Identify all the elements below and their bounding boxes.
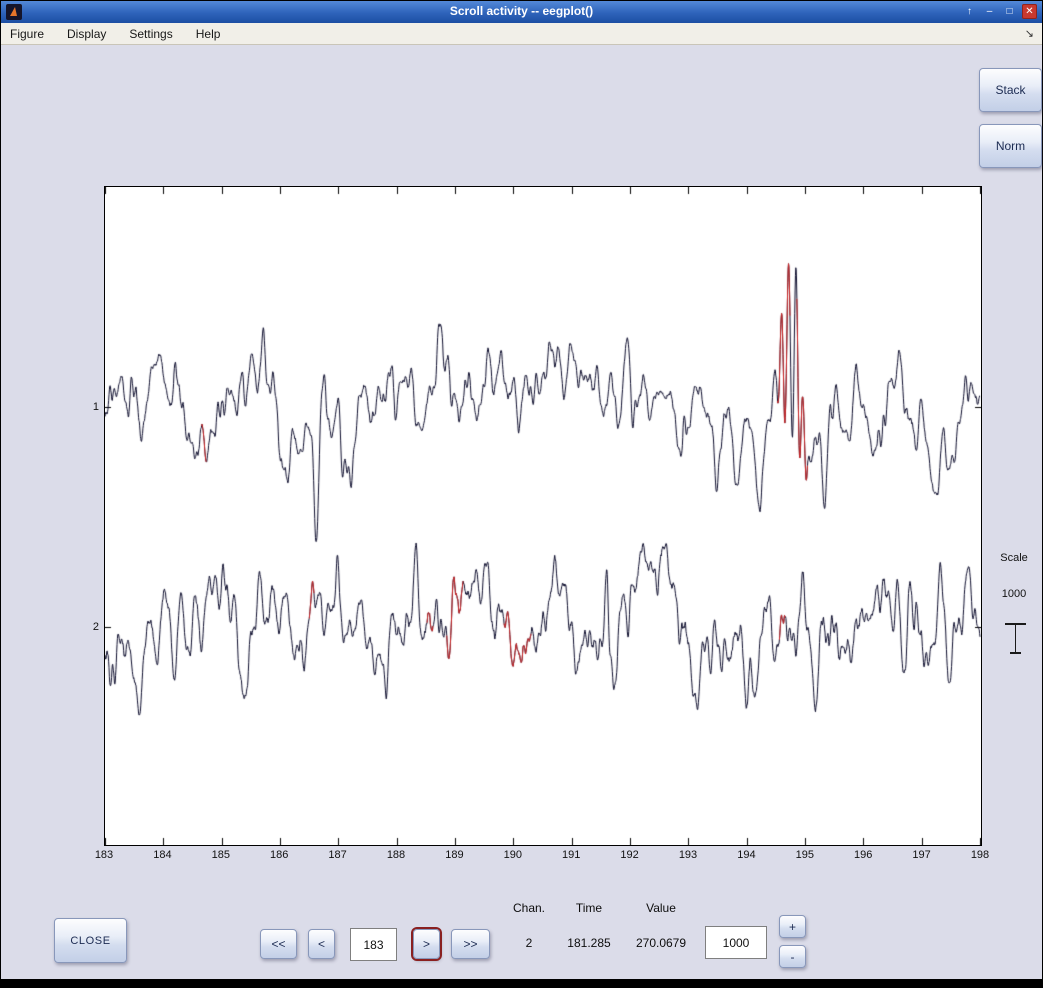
- time-label: Time: [575, 901, 603, 915]
- x-tick-label: 191: [562, 849, 581, 861]
- scale-up-button[interactable]: +: [779, 915, 806, 938]
- x-tick-label: 185: [211, 849, 230, 861]
- menu-item-help[interactable]: Help: [187, 24, 230, 44]
- norm-button[interactable]: Norm: [979, 124, 1042, 168]
- x-tick-label: 192: [620, 849, 639, 861]
- value-label: Value: [646, 901, 676, 915]
- title-bar[interactable]: Scroll activity -- eegplot() ↑ – □ ✕: [1, 1, 1042, 23]
- menu-item-figure[interactable]: Figure: [1, 24, 53, 44]
- x-tick-label: 198: [970, 849, 990, 861]
- x-tick-label: 189: [445, 849, 464, 861]
- eeg-canvas[interactable]: [105, 187, 981, 845]
- x-tick-label: 190: [503, 849, 522, 861]
- x-tick-label: 197: [912, 849, 931, 861]
- x-tick-label: 193: [678, 849, 698, 861]
- x-tick-label: 184: [153, 849, 172, 861]
- scale-label: Scale: [1000, 552, 1028, 564]
- fast-forward-button[interactable]: >>: [451, 929, 490, 959]
- menu-bar: Figure Display Settings Help ↘: [1, 23, 1042, 45]
- time-value: 181.285: [567, 936, 611, 950]
- shade-icon[interactable]: ↑: [962, 4, 977, 19]
- menu-items: Figure Display Settings Help: [1, 24, 234, 44]
- close-button[interactable]: CLOSE: [54, 918, 127, 963]
- x-tick-label: 196: [854, 849, 873, 861]
- channel-label-2: 2: [92, 621, 99, 633]
- app-window: Scroll activity -- eegplot() ↑ – □ ✕ Fig…: [1, 1, 1042, 979]
- window-controls: ↑ – □ ✕: [962, 4, 1037, 19]
- stack-button[interactable]: Stack: [979, 68, 1042, 112]
- scale-down-button[interactable]: -: [779, 945, 806, 968]
- forward-button[interactable]: >: [413, 929, 440, 959]
- scale-input[interactable]: [705, 926, 767, 959]
- maximize-icon[interactable]: □: [1002, 4, 1017, 19]
- time-input[interactable]: [350, 928, 397, 961]
- window-title: Scroll activity -- eegplot(): [449, 4, 594, 18]
- fast-back-button[interactable]: <<: [260, 929, 297, 959]
- scale-value: 1000: [1001, 588, 1027, 600]
- close-window-icon[interactable]: ✕: [1022, 4, 1037, 19]
- x-tick-label: 183: [94, 849, 114, 861]
- x-tick-label: 188: [386, 849, 406, 861]
- menu-item-settings[interactable]: Settings: [120, 24, 181, 44]
- channel-label-1: 1: [92, 401, 99, 413]
- menu-item-display[interactable]: Display: [58, 24, 115, 44]
- back-button[interactable]: <: [308, 929, 335, 959]
- x-tick-label: 186: [270, 849, 289, 861]
- dock-figure-icon[interactable]: ↘: [1025, 27, 1034, 40]
- plot-area[interactable]: [104, 186, 982, 846]
- x-tick-label: 187: [328, 849, 347, 861]
- scale-indicator-line: [1015, 625, 1016, 652]
- x-tick-label: 195: [795, 849, 814, 861]
- x-tick-label: 194: [737, 849, 756, 861]
- scale-indicator-cap: [1010, 652, 1021, 654]
- minimize-icon[interactable]: –: [982, 4, 997, 19]
- value-value: 270.0679: [635, 936, 687, 950]
